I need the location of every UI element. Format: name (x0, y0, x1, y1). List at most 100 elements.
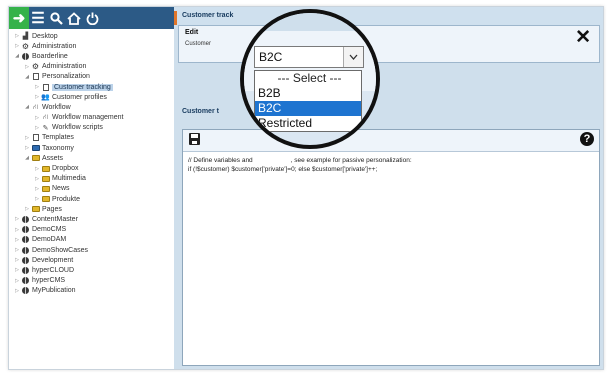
collapse-icon[interactable]: ◢ (23, 104, 31, 110)
enter-icon[interactable]: ➜ (9, 7, 29, 29)
tree-item[interactable]: ▷ ⚙ Administration (9, 62, 174, 72)
tree-item[interactable]: ▷ ✎ Workflow scripts (9, 123, 174, 133)
search-icon[interactable] (47, 7, 65, 29)
tree-item[interactable]: ▷ Produkte (9, 194, 174, 204)
tree-item[interactable]: ▷ Development (9, 255, 174, 265)
expand-icon[interactable]: ▷ (13, 33, 21, 39)
tree-item-label: DemoCMS (32, 226, 67, 234)
tree-item-label: News (52, 185, 70, 193)
expand-icon[interactable]: ▷ (33, 166, 41, 172)
expand-icon[interactable]: ▷ (23, 64, 31, 70)
tree-item[interactable]: ◢ Personalization (9, 72, 174, 82)
people-icon: 👥 (41, 94, 50, 102)
tree-item-label: Personalization (42, 73, 90, 81)
tree-item[interactable]: ▷ ⛙ Workflow management (9, 113, 174, 123)
app-window: ➜ ☰ ▷ ▟ Desktop ▷ ⚙ Administration ◢ Boarderlin… (8, 6, 604, 370)
tree-item[interactable]: ▷ Pages (9, 204, 174, 214)
expand-icon[interactable]: ▷ (33, 115, 41, 121)
globe-icon (21, 215, 30, 223)
tree-item-label: Multimedia (52, 175, 86, 183)
tree-item-label: DemoShowCases (32, 246, 89, 254)
select-option[interactable]: B2B (255, 86, 361, 101)
tree-item[interactable]: ▷ hyperCMS (9, 276, 174, 286)
expand-icon[interactable]: ▷ (33, 196, 41, 202)
expand-icon[interactable]: ▷ (33, 176, 41, 182)
folder-icon (41, 185, 50, 193)
expand-icon[interactable]: ▷ (33, 94, 41, 100)
workflow-icon: ⛙ (33, 103, 38, 111)
pen-icon: ✎ (42, 124, 49, 132)
expand-icon[interactable]: ▷ (33, 186, 41, 192)
tree-item[interactable]: ▷ MyPublication (9, 286, 174, 296)
tree-item[interactable]: ▷ Taxonomy (9, 143, 174, 153)
select-option[interactable]: --- Select --- (255, 71, 361, 86)
select-option[interactable]: B2C (255, 101, 361, 116)
page-title: Customer track (182, 12, 234, 19)
folder-icon (31, 205, 40, 213)
expand-icon[interactable]: ▷ (33, 125, 41, 131)
profile-select[interactable]: B2C (254, 46, 364, 68)
select-option[interactable]: Restricted (255, 116, 361, 131)
expand-icon[interactable]: ▷ (13, 216, 21, 222)
main-panel: Customer track Edit Customer ✕ Customer … (174, 11, 603, 369)
tree-item-label: Templates (42, 134, 74, 142)
tree-item[interactable]: ▷ Templates (9, 133, 174, 143)
tree-item-label: MyPublication (32, 287, 76, 295)
editor-toolbar: ? (183, 130, 599, 152)
expand-icon[interactable]: ▷ (13, 288, 21, 294)
tree-item[interactable]: ▷ DemoDAM (9, 235, 174, 245)
close-icon[interactable]: ✕ (575, 28, 591, 47)
menu-icon[interactable]: ☰ (29, 7, 47, 29)
tree-item[interactable]: ▷ ▟ Desktop (9, 31, 174, 41)
tree-item[interactable]: ▷ ⚙ Administration (9, 41, 174, 51)
workflow-icon: ⛙ (43, 114, 48, 122)
tree-item-label: DemoDAM (32, 236, 67, 244)
expand-icon[interactable]: ▷ (23, 135, 31, 141)
edit-label: Edit (185, 29, 199, 36)
expand-icon[interactable]: ▷ (13, 227, 21, 233)
collapse-icon[interactable]: ◢ (13, 53, 21, 59)
tree-item[interactable]: ▷ DemoCMS (9, 225, 174, 235)
expand-icon[interactable]: ▷ (13, 267, 21, 273)
collapse-icon[interactable]: ◢ (23, 74, 31, 80)
help-icon[interactable]: ? (580, 132, 594, 146)
expand-icon[interactable]: ▷ (23, 145, 31, 151)
tree-item[interactable]: ◢ ⛙ Workflow (9, 102, 174, 112)
sheet-icon (31, 73, 40, 81)
chevron-down-icon[interactable] (343, 47, 363, 67)
tree-item-label: Development (32, 256, 74, 264)
tree-item[interactable]: ◢ Assets (9, 153, 174, 163)
tree-item-label: Workflow scripts (52, 124, 103, 132)
code-editor[interactable]: ? // Define variables and , see example … (182, 129, 600, 366)
tree-item[interactable]: ▷ News (9, 184, 174, 194)
code-line: // Define variables and , see example fo… (188, 157, 412, 164)
folder-icon (41, 195, 50, 203)
expand-icon[interactable]: ▷ (23, 206, 31, 212)
home-icon[interactable] (65, 7, 83, 29)
tree-item[interactable]: ▷ hyperCLOUD (9, 265, 174, 275)
edit-panel: Edit Customer ✕ (178, 25, 600, 63)
tree-item-label: Boarderline (32, 52, 68, 60)
tree-item[interactable]: ▷ 👥 Customer profiles (9, 92, 174, 102)
expand-icon[interactable]: ▷ (33, 84, 41, 90)
tree-item-label: Customer tracking (52, 83, 113, 91)
tree-item[interactable]: ▷ Dropbox (9, 163, 174, 173)
expand-icon[interactable]: ▷ (13, 247, 21, 253)
power-icon[interactable] (83, 7, 101, 29)
tree-item[interactable]: ▷ DemoShowCases (9, 245, 174, 255)
tree-item[interactable]: ▷ Customer tracking (9, 82, 174, 92)
tree-item-label: Pages (42, 205, 62, 213)
folder-dark-icon (31, 144, 40, 152)
expand-icon[interactable]: ▷ (13, 43, 21, 49)
expand-icon[interactable]: ▷ (13, 257, 21, 263)
save-icon[interactable] (189, 133, 200, 145)
code-content[interactable]: // Define variables and , see example fo… (188, 156, 412, 174)
tree-item[interactable]: ◢ Boarderline (9, 51, 174, 61)
edit-sublabel: Customer (185, 41, 212, 47)
collapse-icon[interactable]: ◢ (23, 155, 31, 161)
tree-item[interactable]: ▷ Multimedia (9, 174, 174, 184)
tree-item-label: Taxonomy (42, 144, 74, 152)
expand-icon[interactable]: ▷ (13, 278, 21, 284)
expand-icon[interactable]: ▷ (13, 237, 21, 243)
tree-item[interactable]: ▷ ContentMaster (9, 214, 174, 224)
